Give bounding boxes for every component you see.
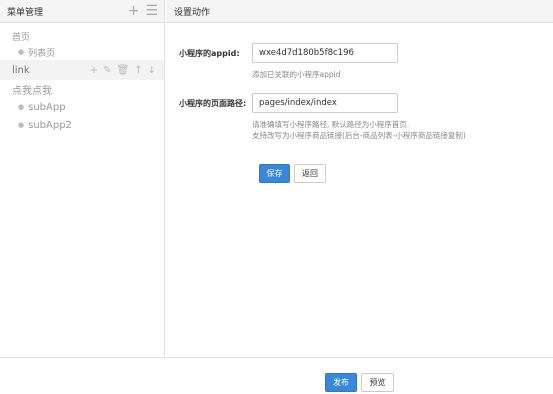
page-path-help-line1: 请准确填写小程序路径, 默认路径为小程序首页. <box>252 120 410 129</box>
page-path-input[interactable] <box>252 93 398 113</box>
menu-item-label: 列表页 <box>28 48 56 59</box>
arrow-up-icon[interactable]: ↑ <box>134 65 142 76</box>
menu-item-click-me[interactable]: 点我点我 <box>0 80 164 98</box>
bullet-icon: ● <box>18 121 25 129</box>
action-panel: 设置动作 小程序的appid: 添加已关联的小程序appid 小程序的页面路径:… <box>166 0 553 357</box>
menu-icon[interactable]: ☰ <box>145 4 158 18</box>
menu-panel-title: 菜单管理 <box>7 7 44 18</box>
bullet-icon: ● <box>18 48 25 56</box>
menu-item-label: 点我点我 <box>12 85 52 97</box>
bullet-icon: ● <box>18 103 25 111</box>
menu-item-list-page[interactable]: ● 列表页 <box>0 44 164 60</box>
menu-item-label: subApp <box>28 101 66 113</box>
plus-icon[interactable]: + <box>128 4 140 18</box>
menu-item-subapp2[interactable]: ● subApp2 <box>0 116 164 134</box>
menu-panel-header: 菜单管理 + ☰ <box>0 0 164 23</box>
page-path-help-line2: 支持改写为小程序商品链接(后台-商品列表-小程序商品链接复制) <box>252 131 466 140</box>
menu-item-label: 首页 <box>12 32 31 43</box>
row-actions: + ✎ 🗑 ↑ ↓ <box>90 65 156 76</box>
menu-item-label: subApp2 <box>28 119 72 131</box>
action-panel-title: 设置动作 <box>166 0 553 23</box>
page-path-label: 小程序的页面路径: <box>179 99 247 108</box>
back-button[interactable]: 返回 <box>294 164 326 183</box>
menu-item-subapp[interactable]: ● subApp <box>0 98 164 116</box>
arrow-down-icon[interactable]: ↓ <box>148 65 156 76</box>
preview-button[interactable]: 预览 <box>361 373 394 392</box>
plus-icon[interactable]: + <box>90 65 98 76</box>
menu-panel: 菜单管理 + ☰ 首页 ● 列表页 link + ✎ 🗑 ↑ ↓ 点我点我 ● … <box>0 0 165 357</box>
edit-icon[interactable]: ✎ <box>103 65 111 76</box>
publish-button[interactable]: 发布 <box>325 373 357 392</box>
menu-item-home[interactable]: 首页 <box>0 28 164 44</box>
footer-bar: 发布 预览 <box>0 357 553 394</box>
appid-input[interactable] <box>252 43 398 63</box>
appid-help: 添加已关联的小程序appid <box>252 70 341 79</box>
menu-item-label: link <box>12 64 30 76</box>
appid-label: 小程序的appid: <box>179 49 240 58</box>
trash-icon[interactable]: 🗑 <box>117 65 130 76</box>
menu-item-link[interactable]: link + ✎ 🗑 ↑ ↓ <box>0 60 164 80</box>
save-button[interactable]: 保存 <box>259 164 290 183</box>
